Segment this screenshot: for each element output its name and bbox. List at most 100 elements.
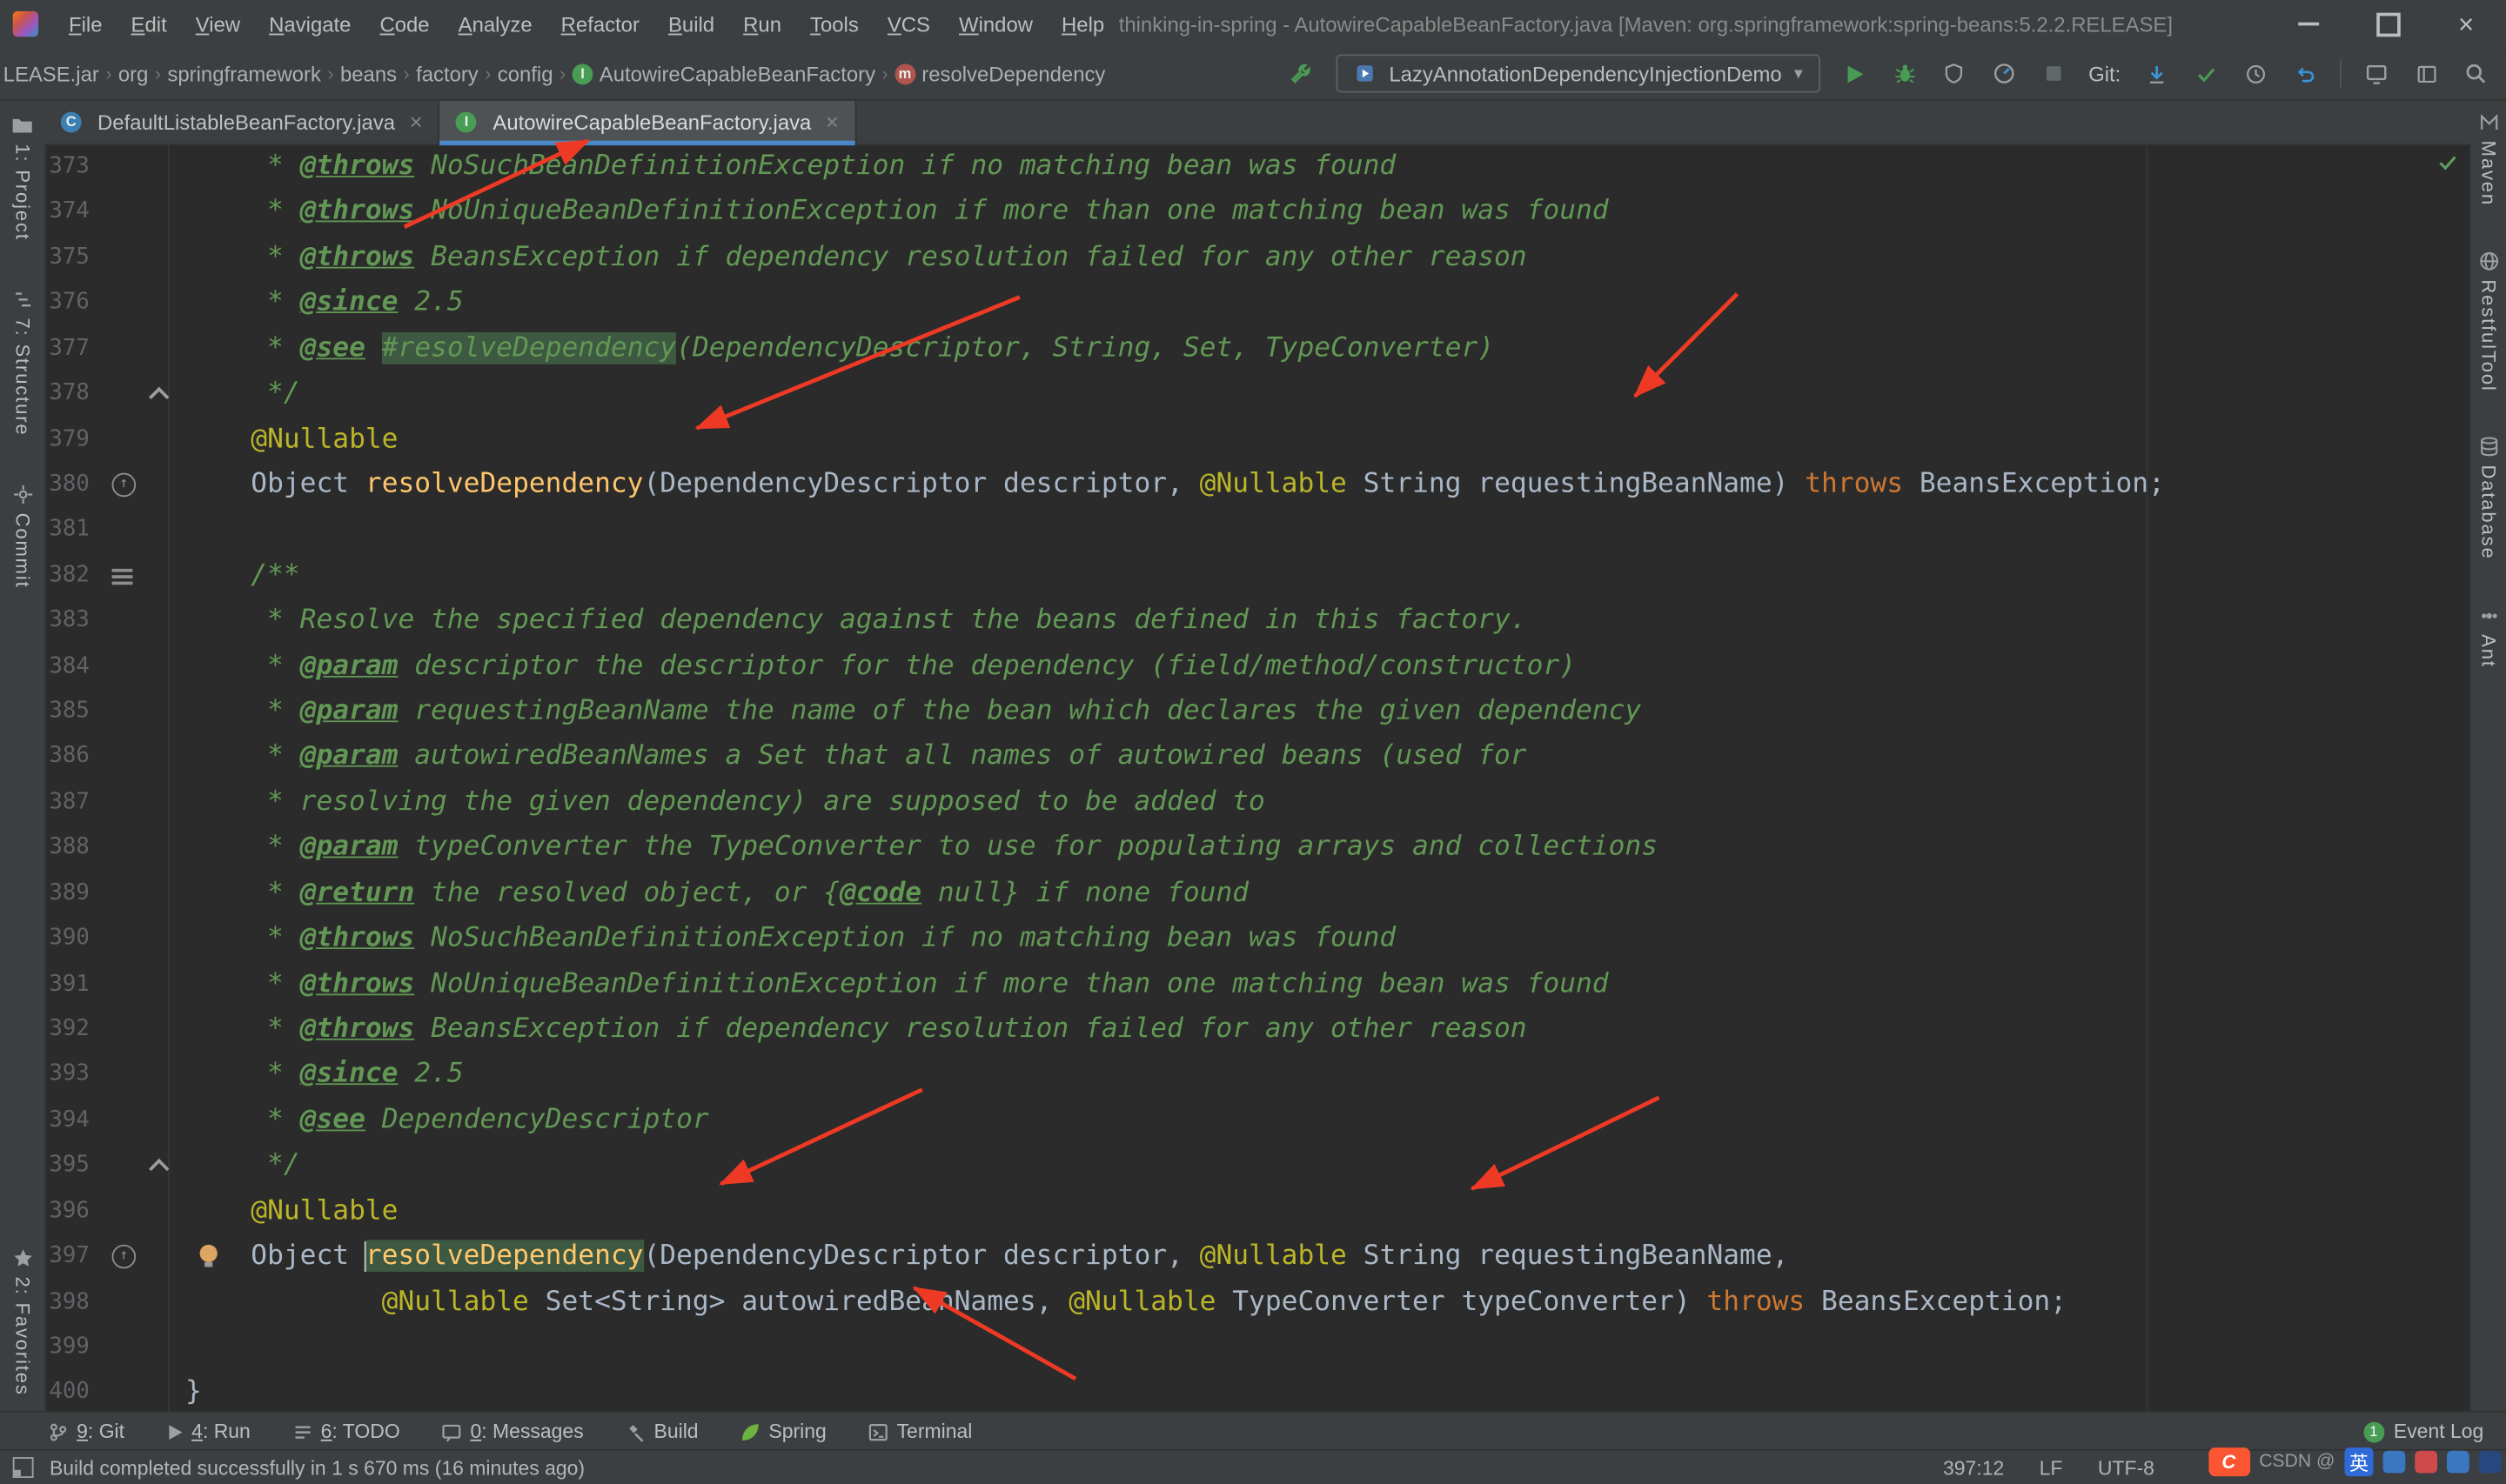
code-line-374[interactable]: 374 * @throws NoUniqueBeanDefinitionExce… <box>44 189 2470 235</box>
code-line-380[interactable]: 380 ↑ Object resolveDependency(Dependency… <box>44 461 2470 507</box>
ime-tool-icon[interactable] <box>2382 1450 2406 1474</box>
code-line-390[interactable]: 390 * @throws NoSuchBeanDefinitionExcept… <box>44 915 2470 961</box>
code-line-386[interactable]: 386 * @param autowiredBeanNames a Set th… <box>44 733 2470 780</box>
tool-button-maven[interactable]: Maven <box>2477 112 2500 206</box>
toolwindow-button-git[interactable]: 9: Git <box>48 1420 124 1443</box>
menu-run[interactable]: Run <box>729 12 796 37</box>
code-line-389[interactable]: 389 * @return the resolved object, or {@… <box>44 870 2470 916</box>
code-line-375[interactable]: 375 * @throws BeansException if dependen… <box>44 234 2470 280</box>
breadcrumb-item-factory[interactable]: factory <box>416 62 479 86</box>
code-line-392[interactable]: 392 * @throws BeansException if dependen… <box>44 1006 2470 1053</box>
ime-tool-icon[interactable] <box>2415 1450 2438 1474</box>
inspections-status-icon[interactable] <box>2437 151 2458 180</box>
code-line-376[interactable]: 376 * @since 2.5 <box>44 279 2470 326</box>
breadcrumb-item-resolvedependency[interactable]: m resolveDependency <box>895 62 1105 85</box>
menu-window[interactable]: Window <box>945 12 1048 37</box>
breadcrumb-item-lease-jar[interactable]: LEASE.jar <box>3 62 99 86</box>
menu-help[interactable]: Help <box>1048 12 1119 37</box>
toolwindow-button-spring[interactable]: Spring <box>740 1420 827 1443</box>
code-editor[interactable]: 373 * @throws NoSuchBeanDefinitionExcept… <box>44 144 2471 1413</box>
breadcrumb-item-org[interactable]: org <box>118 62 149 86</box>
line-ending[interactable]: LF <box>2040 1456 2063 1479</box>
tool-button-commit[interactable]: Commit <box>11 484 34 588</box>
code-line-394[interactable]: 394 * @see DependencyDescriptor <box>44 1097 2470 1143</box>
tool-button-database[interactable]: Database <box>2477 437 2500 560</box>
menu-navigate[interactable]: Navigate <box>255 12 365 37</box>
editor-tab-defaultlistablebeanfactory-java[interactable]: C DefaultListableBeanFactory.java × <box>44 98 440 144</box>
profiler-button[interactable] <box>1989 59 2018 88</box>
tool-button-restfultool[interactable]: RestfulTool <box>2477 251 2500 392</box>
toolwindow-button-build[interactable]: Build <box>625 1420 699 1443</box>
code-line-387[interactable]: 387 * resolving the given dependency) ar… <box>44 779 2470 826</box>
run-button[interactable] <box>1840 59 1869 88</box>
code-line-399[interactable]: 399 <box>44 1324 2470 1370</box>
breadcrumb-item-autowirecapablebeanfactory[interactable]: I AutowireCapableBeanFactory <box>572 62 875 85</box>
debug-button[interactable] <box>1890 59 1919 88</box>
minimize-icon[interactable] <box>2298 22 2320 26</box>
toolwindow-button-terminal[interactable]: Terminal <box>868 1420 972 1443</box>
code-line-395[interactable]: 395 */ <box>44 1142 2470 1188</box>
ime-indicator[interactable]: 英 <box>2344 1447 2374 1477</box>
breadcrumb-item-springframework[interactable]: springframework <box>167 62 320 86</box>
file-encoding[interactable]: UTF-8 <box>2098 1456 2154 1479</box>
wrench-icon[interactable] <box>1287 59 1316 88</box>
menu-view[interactable]: View <box>181 12 254 37</box>
vcs-commit-icon[interactable] <box>2191 59 2220 88</box>
menu-code[interactable]: Code <box>365 12 444 37</box>
code-line-382[interactable]: 382 /** <box>44 552 2470 598</box>
fold-collapse-icon[interactable] <box>149 386 170 408</box>
code-line-396[interactable]: 396 @Nullable <box>44 1187 2470 1234</box>
code-line-373[interactable]: 373 * @throws NoSuchBeanDefinitionExcept… <box>44 144 2470 190</box>
code-line-398[interactable]: 398 @Nullable Set<String> autowiredBeanN… <box>44 1279 2470 1325</box>
menu-analyze[interactable]: Analyze <box>444 12 546 37</box>
maximize-icon[interactable] <box>2376 11 2401 37</box>
gutter-list-icon[interactable] <box>111 568 133 572</box>
toolwindow-button-messages[interactable]: 0: Messages <box>441 1420 584 1443</box>
tool-button-7-structure[interactable]: 7: Structure <box>11 289 34 436</box>
code-line-393[interactable]: 393 * @since 2.5 <box>44 1052 2470 1098</box>
ime-tool-icon[interactable] <box>2478 1450 2502 1474</box>
tab-close-icon[interactable]: × <box>410 109 423 134</box>
close-icon[interactable]: × <box>2458 10 2474 37</box>
code-line-385[interactable]: 385 * @param requestingBeanName the name… <box>44 688 2470 734</box>
code-line-397[interactable]: 397 ↑ Object resolveDependency(Dependency… <box>44 1233 2470 1280</box>
rollback-icon[interactable] <box>2290 59 2319 88</box>
code-line-378[interactable]: 378 */ <box>44 371 2470 417</box>
caret-position[interactable]: 397:12 <box>1943 1456 2004 1479</box>
toolwindow-button-todo[interactable]: 6: TODO <box>292 1420 400 1443</box>
run-configuration-select[interactable]: LazyAnnotationDependencyInjectionDemo ▼ <box>1336 54 1820 93</box>
code-line-391[interactable]: 391 * @throws NoUniqueBeanDefinitionExce… <box>44 960 2470 1007</box>
search-icon[interactable] <box>2462 59 2490 88</box>
toolwindow-toggle-icon[interactable] <box>12 1457 34 1478</box>
menu-vcs[interactable]: VCS <box>873 12 944 37</box>
menu-refactor[interactable]: Refactor <box>546 12 653 37</box>
breadcrumb-item-beans[interactable]: beans <box>340 62 397 86</box>
tool-button-1-project[interactable]: 1: Project <box>11 115 34 241</box>
code-line-388[interactable]: 388 * @param typeConverter the TypeConve… <box>44 825 2470 871</box>
tool-button-2-favorites[interactable]: 2: Favorites <box>11 1248 34 1396</box>
ime-tool-icon[interactable] <box>2447 1450 2469 1474</box>
history-icon[interactable] <box>2241 59 2269 88</box>
tab-close-icon[interactable]: × <box>826 109 839 134</box>
tool-button-ant[interactable]: Ant <box>2477 605 2500 667</box>
toolwindow-button-run[interactable]: 4: Run <box>166 1420 251 1443</box>
editor-tab-autowirecapablebeanfactory-java[interactable]: I AutowireCapableBeanFactory.java × <box>439 98 857 146</box>
code-line-384[interactable]: 384 * @param descriptor the descriptor f… <box>44 643 2470 689</box>
menu-build[interactable]: Build <box>653 12 728 37</box>
code-line-379[interactable]: 379 @Nullable <box>44 416 2470 462</box>
code-line-377[interactable]: 377 * @see #resolveDependency(Dependency… <box>44 325 2470 371</box>
event-log-button[interactable]: 1 Event Log <box>2362 1420 2483 1443</box>
fold-collapse-icon[interactable] <box>149 1159 170 1180</box>
terminal-run-icon[interactable] <box>2362 59 2391 88</box>
breadcrumb-item-config[interactable]: config <box>498 62 553 86</box>
stop-button[interactable] <box>2039 59 2067 88</box>
menu-edit[interactable]: Edit <box>117 12 181 37</box>
code-line-383[interactable]: 383 * Resolve the specified dependency a… <box>44 598 2470 644</box>
code-line-400[interactable]: 400} <box>44 1369 2470 1413</box>
menu-file[interactable]: File <box>54 12 117 37</box>
layout-icon[interactable] <box>2412 59 2441 88</box>
coverage-button[interactable] <box>1940 59 1968 88</box>
vcs-update-icon[interactable] <box>2141 59 2170 88</box>
menu-tools[interactable]: Tools <box>796 12 874 37</box>
code-line-381[interactable]: 381 <box>44 506 2470 553</box>
